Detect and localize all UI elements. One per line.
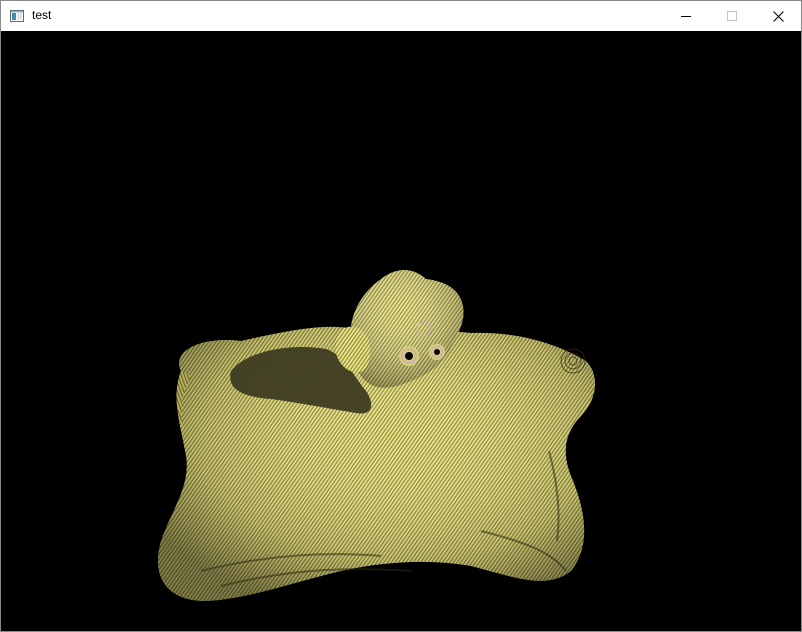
maximize-button[interactable] xyxy=(709,1,755,31)
maximize-icon xyxy=(727,11,737,21)
blob-eye-left xyxy=(399,346,419,366)
window-title: test xyxy=(32,8,52,22)
blob-eye-right xyxy=(429,344,445,360)
minimize-button[interactable] xyxy=(663,1,709,31)
close-icon xyxy=(772,10,784,22)
app-window: test xyxy=(0,0,802,632)
close-button[interactable] xyxy=(755,1,801,31)
minimize-icon xyxy=(681,16,691,17)
render-viewport[interactable] xyxy=(1,31,801,631)
rendered-3d-scene xyxy=(157,270,596,601)
app-window-icon xyxy=(10,9,24,22)
title-bar[interactable]: test xyxy=(1,1,801,31)
